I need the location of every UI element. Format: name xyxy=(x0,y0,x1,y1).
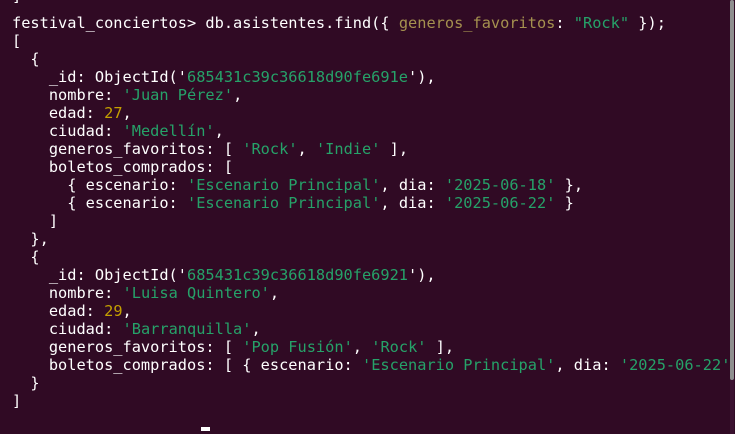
dia-value: 2025-06-22 xyxy=(629,356,722,374)
dia-value: 2025-06-22 xyxy=(454,194,547,212)
doc-open: { xyxy=(12,248,40,266)
doc-open: { xyxy=(12,50,40,68)
genero-value: Rock xyxy=(380,338,418,356)
text-cursor xyxy=(201,427,210,431)
escenario-value: Escenario Principal xyxy=(371,356,547,374)
query-colon: : xyxy=(555,14,574,32)
doc-close: } xyxy=(12,374,40,392)
doc-generos-line: generos_favoritos: [ 'Rock', 'Indie' ], xyxy=(12,140,409,158)
object-id-value: 685431c39c36618d90fe691e xyxy=(186,68,409,86)
nombre-value: Juan Pérez xyxy=(131,86,224,104)
doc-close: }, xyxy=(12,230,49,248)
scrollbar-thumb[interactable] xyxy=(730,0,734,380)
genero-value: Rock xyxy=(251,140,289,158)
object-id-value: 685431c39c36618d90fe6921 xyxy=(186,266,409,284)
genero-value: Indie xyxy=(325,140,372,158)
previous-output-line: ] xyxy=(12,0,21,5)
doc-ciudad-line: ciudad: 'Medellín', xyxy=(12,122,224,140)
query-value: "Rock" xyxy=(573,14,630,32)
boleto-entry: { escenario: 'Escenario Principal', dia:… xyxy=(12,176,584,194)
boleto-entry: { escenario: 'Escenario Principal', dia:… xyxy=(12,194,574,212)
doc-edad-line: edad: 27, xyxy=(12,104,132,122)
doc-boletos-line: boletos_comprados: [ xyxy=(12,158,234,176)
nombre-value: Luisa Quintero xyxy=(131,284,261,302)
terminal-window[interactable]: ] festival_conciertos> db.asistentes.fin… xyxy=(0,0,735,434)
edad-value: 29 xyxy=(104,302,123,320)
prev-bracket: ] xyxy=(12,0,21,5)
doc-nombre-line: nombre: 'Juan Pérez', xyxy=(12,86,243,104)
doc-edad-line: edad: 29, xyxy=(12,302,132,320)
command-text: db.asistentes.find({ xyxy=(196,14,399,32)
command-end: }); xyxy=(629,14,666,32)
doc-ciudad-line: ciudad: 'Barranquilla', xyxy=(12,320,261,338)
dia-value: 2025-06-18 xyxy=(454,176,547,194)
doc-generos-line: generos_favoritos: [ 'Pop Fusión', 'Rock… xyxy=(12,338,455,356)
terminal-scrollbar[interactable] xyxy=(730,0,734,434)
genero-value: Pop Fusión xyxy=(251,338,344,356)
doc-nombre-line: nombre: 'Luisa Quintero', xyxy=(12,284,280,302)
ciudad-value: Medellín xyxy=(131,122,206,140)
boletos-close: ] xyxy=(12,212,59,230)
doc-boletos-line: boletos_comprados: [ { escenario: 'Escen… xyxy=(12,356,731,374)
query-key: generos_favoritos xyxy=(398,14,556,32)
edad-value: 27 xyxy=(104,104,123,122)
command-line: festival_conciertos> db.asistentes.find(… xyxy=(12,14,666,32)
escenario-value: Escenario Principal xyxy=(196,176,372,194)
doc-id-line: _id: ObjectId('685431c39c36618d90fe6921'… xyxy=(12,266,436,284)
array-close: ] xyxy=(12,392,22,410)
array-open: [ xyxy=(12,32,22,50)
doc-id-line: _id: ObjectId('685431c39c36618d90fe691e'… xyxy=(12,68,436,86)
shell-prompt: festival_conciertos> xyxy=(12,14,197,32)
ciudad-value: Barranquilla xyxy=(131,320,243,338)
escenario-value: Escenario Principal xyxy=(196,194,372,212)
